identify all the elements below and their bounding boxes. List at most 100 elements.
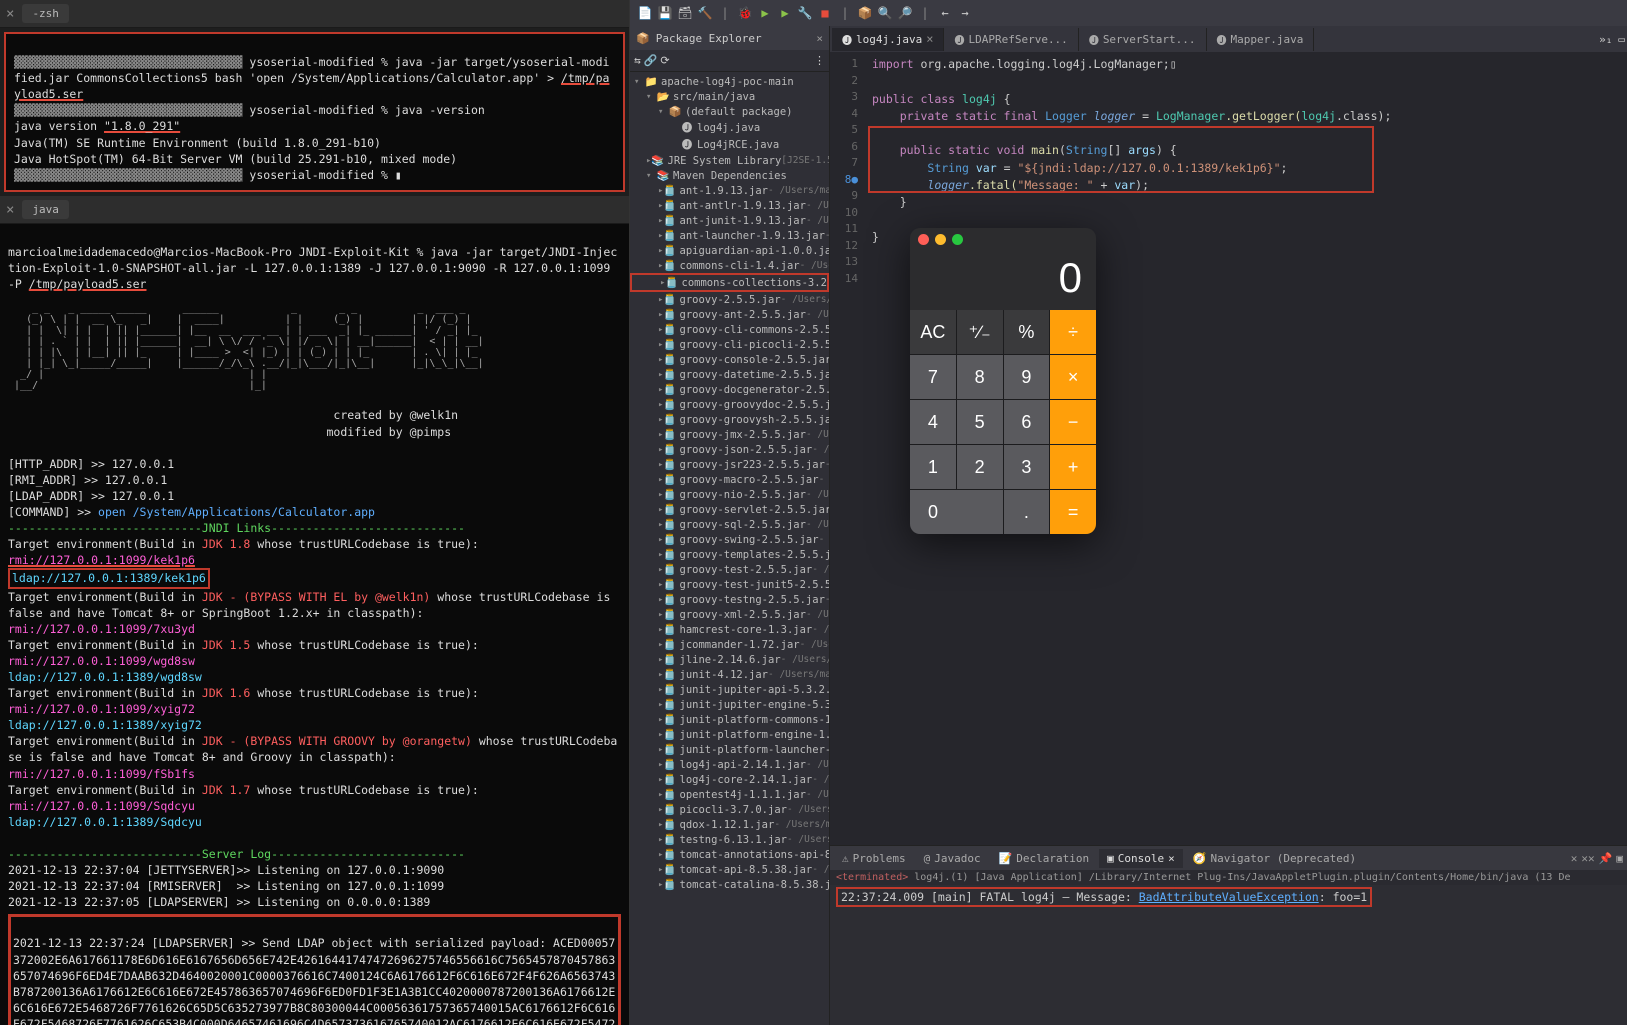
tree-item[interactable]: ▸🫙groovy-testng-2.5.5.jar - /Users/ma xyxy=(630,592,829,607)
tree-item[interactable]: ▸🫙groovy-templates-2.5.5.jar - /Users/ma xyxy=(630,547,829,562)
calc-key-9[interactable]: 9 xyxy=(1004,355,1050,399)
tree-item[interactable]: ▸🫙groovy-cli-picocli-2.5.5.jar - /Users/… xyxy=(630,337,829,352)
tree-item[interactable]: ▸🫙groovy-test-2.5.5.jar - /Users/ma xyxy=(630,562,829,577)
maximize-icon[interactable]: ▭ xyxy=(1618,33,1625,46)
tree-item[interactable]: ▸🫙groovy-nio-2.5.5.jar - /Users/ma xyxy=(630,487,829,502)
new-class-icon[interactable]: 📦 xyxy=(856,4,874,22)
tree-item[interactable]: ▸🫙ant-launcher-1.9.13.jar - /Users/ma xyxy=(630,228,829,243)
tree-item[interactable]: ▸🫙picocli-3.7.0.jar - /Users/ma xyxy=(630,802,829,817)
calc-key-+[interactable]: + xyxy=(1050,445,1096,489)
forward-icon[interactable]: → xyxy=(956,4,974,22)
search-icon[interactable]: 🔎 xyxy=(896,4,914,22)
calc-key-⁺∕₋[interactable]: ⁺∕₋ xyxy=(957,310,1003,354)
tree-item[interactable]: ▸🫙junit-jupiter-api-5.3.2.jar - /Users/m… xyxy=(630,682,829,697)
maximize-window-icon[interactable] xyxy=(952,234,963,245)
calc-key-6[interactable]: 6 xyxy=(1004,400,1050,444)
debug-icon[interactable]: 🐞 xyxy=(736,4,754,22)
tree-item[interactable]: ▸🫙qdox-1.12.1.jar - /Users/ma xyxy=(630,817,829,832)
tree-item[interactable]: ▸🫙testng-6.13.1.jar - /Users/ma xyxy=(630,832,829,847)
tree-item[interactable]: ▸🫙jline-2.14.6.jar - /Users/ma xyxy=(630,652,829,667)
tree-item[interactable]: ▸🫙groovy-sql-2.5.5.jar - /Users/ma xyxy=(630,517,829,532)
tree-item[interactable]: ▸📚JRE System Library [J2SE-1.5] xyxy=(630,153,829,168)
calc-key-÷[interactable]: ÷ xyxy=(1050,310,1096,354)
close-window-icon[interactable] xyxy=(918,234,929,245)
profile-icon[interactable]: 🔧 xyxy=(796,4,814,22)
minimize-window-icon[interactable] xyxy=(935,234,946,245)
tree-item[interactable]: ▸🫙groovy-cli-commons-2.5.5.j - /Users/ma xyxy=(630,322,829,337)
tree-item[interactable]: ▸🫙groovy-ant-2.5.5.jar - /Users/ma xyxy=(630,307,829,322)
tree-item[interactable]: ▸🫙junit-platform-engine-1.3.2.j - /Users… xyxy=(630,727,829,742)
calc-key-7[interactable]: 7 xyxy=(910,355,956,399)
calc-key-1[interactable]: 1 xyxy=(910,445,956,489)
refresh-icon[interactable]: ⟳ xyxy=(660,54,669,67)
exception-link[interactable]: BadAttributeValueException xyxy=(1139,890,1319,904)
tree-item[interactable]: ▸🫙groovy-servlet-2.5.5.jar - /Users/ma xyxy=(630,502,829,517)
calc-key-2[interactable]: 2 xyxy=(957,445,1003,489)
tree-item[interactable]: ▸🫙ant-antlr-1.9.13.jar - /Users/ma xyxy=(630,198,829,213)
pin-icon[interactable]: 📌 xyxy=(1599,852,1613,865)
calc-key-4[interactable]: 4 xyxy=(910,400,956,444)
calc-key-=[interactable]: = xyxy=(1050,490,1096,534)
tree-item[interactable]: ▸🫙junit-platform-commons-1.3 - /Users/ma xyxy=(630,712,829,727)
calc-key-0[interactable]: 0 xyxy=(910,490,1003,534)
terminal-2[interactable]: marcioalmeidademacedo@Marcios-MacBook-Pr… xyxy=(0,224,629,1025)
tab-log4j[interactable]: 🅙log4j.java× xyxy=(832,28,944,51)
calc-key-−[interactable]: − xyxy=(1050,400,1096,444)
tab-overflow-icon[interactable]: »₁ xyxy=(1593,33,1618,46)
tree-item[interactable]: ▸🫙commons-cli-1.4.jar - /Users/ma xyxy=(630,258,829,273)
tab-ldaprefserve[interactable]: 🅙LDAPRefServe... xyxy=(944,28,1078,51)
remove-all-icon[interactable]: ✕✕ xyxy=(1581,852,1594,865)
tree-item[interactable]: ▸🫙tomcat-annotations-api-8.5 - /Users/ma xyxy=(630,847,829,862)
calc-key-5[interactable]: 5 xyxy=(957,400,1003,444)
tab-serverstart[interactable]: 🅙ServerStart... xyxy=(1079,28,1207,51)
tree-item[interactable]: ▸🫙junit-4.12.jar - /Users/ma xyxy=(630,667,829,682)
tree-item[interactable]: ▾📁apache-log4j-poc-main xyxy=(630,74,829,89)
tree-item[interactable]: ▸🫙groovy-docgenerator-2.5.5.j - /Users/m… xyxy=(630,382,829,397)
calc-key-8[interactable]: 8 xyxy=(957,355,1003,399)
tab-console[interactable]: ▣Console× xyxy=(1099,849,1183,868)
display-icon[interactable]: ▣ xyxy=(1616,852,1623,865)
coverage-icon[interactable]: ▶ xyxy=(776,4,794,22)
tree-item[interactable]: ▸🫙ant-junit-1.9.13.jar - /Users/ma xyxy=(630,213,829,228)
collapse-all-icon[interactable]: ⇆ xyxy=(634,54,641,67)
tree-item[interactable]: ▸🫙log4j-api-2.14.1.jar - /Users/ma xyxy=(630,757,829,772)
tree-item[interactable]: ▸🫙groovy-console-2.5.5.jar - /Users/ma xyxy=(630,352,829,367)
tree-item[interactable]: ▾📚Maven Dependencies xyxy=(630,168,829,183)
tree-item[interactable]: ▸🫙tomcat-catalina-8.5.38.jar - /Users/ma xyxy=(630,877,829,892)
tree-item[interactable]: ▸🫙groovy-groovydoc-2.5.5.jar - /Users/ma xyxy=(630,397,829,412)
tree-item[interactable]: ▸🫙groovy-2.5.5.jar - /Users/ma xyxy=(630,292,829,307)
tree-item[interactable]: 🅙Log4jRCE.java xyxy=(630,136,829,153)
tree-item[interactable]: ▾📦(default package) xyxy=(630,104,829,119)
calc-key-3[interactable]: 3 xyxy=(1004,445,1050,489)
tab-navigator[interactable]: 🧭Navigator (Deprecated) xyxy=(1185,849,1364,868)
tree-item[interactable]: ▸🫙commons-collections-3.2.1.j - /Users/m… xyxy=(630,273,829,292)
save-all-icon[interactable]: 🗃 xyxy=(676,4,694,22)
stop-icon[interactable]: ■ xyxy=(816,4,834,22)
tree-item[interactable]: ▸🫙groovy-jmx-2.5.5.jar - /Users/ma xyxy=(630,427,829,442)
tree-item[interactable]: ▸🫙opentest4j-1.1.1.jar - /Users/ma xyxy=(630,787,829,802)
calc-key-%[interactable]: % xyxy=(1004,310,1050,354)
tree-item[interactable]: ▸🫙groovy-json-2.5.5.jar - /Users/ma xyxy=(630,442,829,457)
tree-item[interactable]: ▸🫙groovy-xml-2.5.5.jar - /Users/ma xyxy=(630,607,829,622)
term2-tab[interactable]: java xyxy=(22,200,69,219)
tree-item[interactable]: ▸🫙jcommander-1.72.jar - /Users/ma xyxy=(630,637,829,652)
pkg-tree[interactable]: ▾📁apache-log4j-poc-main▾📂src/main/java▾📦… xyxy=(630,72,829,1025)
calc-key-AC[interactable]: AC xyxy=(910,310,956,354)
tree-item[interactable]: ▸🫙junit-platform-launcher-1.3.2 - /Users… xyxy=(630,742,829,757)
tree-item[interactable]: ▸🫙junit-jupiter-engine-5.3.2.j - /Users/… xyxy=(630,697,829,712)
tab-mapper[interactable]: 🅙Mapper.java xyxy=(1207,28,1315,51)
term1-tab[interactable]: -zsh xyxy=(22,4,69,23)
new-icon[interactable]: 📄 xyxy=(636,4,654,22)
close-icon[interactable]: × xyxy=(6,202,14,218)
tab-problems[interactable]: ⚠Problems xyxy=(834,849,914,868)
tree-item[interactable]: ▸🫙apiguardian-api-1.0.0.jar - /Users/ma xyxy=(630,243,829,258)
tree-item[interactable]: ▸🫙groovy-groovysh-2.5.5.jar - /Users/ma xyxy=(630,412,829,427)
build-icon[interactable]: 🔨 xyxy=(696,4,714,22)
tree-item[interactable]: ▸🫙hamcrest-core-1.3.jar - /Users/ma xyxy=(630,622,829,637)
calc-titlebar[interactable] xyxy=(910,228,1096,250)
close-icon[interactable]: × xyxy=(926,32,933,46)
tree-item[interactable]: ▸🫙groovy-swing-2.5.5.jar - /Users/ma xyxy=(630,532,829,547)
menu-icon[interactable]: ⋮ xyxy=(814,54,825,67)
terminal-1[interactable]: ▓▓▓▓▓▓▓▓▓▓▓▓▓▓▓▓▓▓▓▓▓▓▓▓▓▓▓▓▓▓▓▓▓ ysoser… xyxy=(4,32,625,192)
calc-key-×[interactable]: × xyxy=(1050,355,1096,399)
